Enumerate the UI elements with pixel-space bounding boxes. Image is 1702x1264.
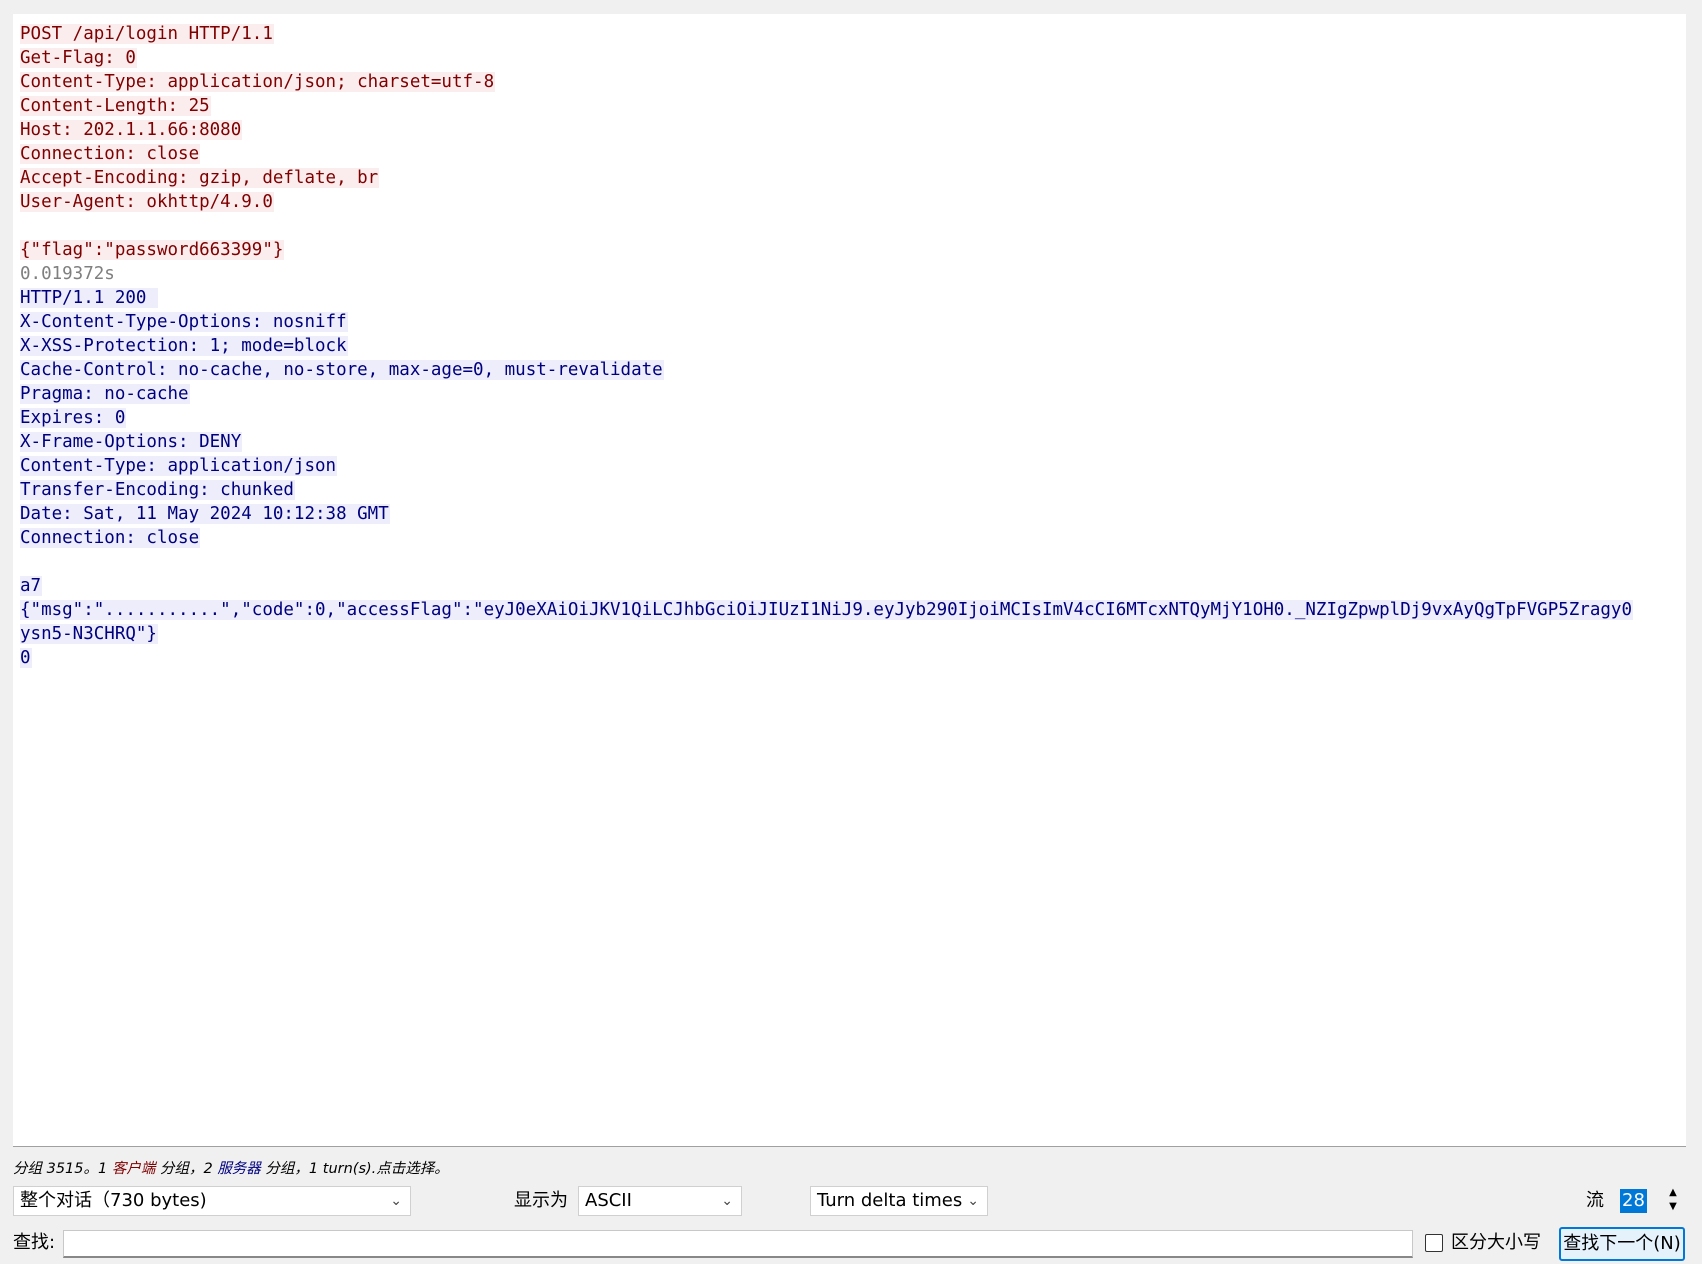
show-as-select[interactable]: ASCII ⌄ (578, 1186, 742, 1216)
show-as-label: 显示为 (514, 1190, 568, 1211)
server-line: Content-Type: application/json (20, 454, 1678, 478)
server-line-text: Content-Type: application/json (20, 456, 338, 476)
client-line: {"flag":"password663399"} (20, 238, 1678, 262)
client-line-text: Content-Type: application/json; charset=… (20, 72, 496, 92)
server-line: {"msg":"...........","code":0,"accessFla… (20, 598, 1678, 622)
chevron-down-icon: ⌄ (721, 1193, 733, 1209)
status-prefix: 分组 3515。1 (13, 1161, 112, 1177)
case-sensitive-checkbox[interactable] (1425, 1234, 1443, 1252)
status-line: 分组 3515。1 客户端 分组，2 服务器 分组，1 turn(s).点击选择… (13, 1157, 449, 1178)
find-label: 查找: (13, 1232, 56, 1253)
client-line-text: POST /api/login HTTP/1.1 (20, 24, 274, 44)
server-line-text: Cache-Control: no-cache, no-store, max-a… (20, 360, 664, 380)
status-server-word[interactable]: 服务器 (217, 1161, 261, 1177)
conversation-select-value: 整个对话（730 bytes) (20, 1190, 207, 1211)
server-line: Date: Sat, 11 May 2024 10:12:38 GMT (20, 502, 1678, 526)
client-line-text: Host: 202.1.1.66:8080 (20, 120, 243, 140)
stream-label: 流 (1586, 1190, 1604, 1211)
client-line: Accept-Encoding: gzip, deflate, br (20, 166, 1678, 190)
client-line: User-Agent: okhttp/4.9.0 (20, 190, 1678, 214)
server-line: X-XSS-Protection: 1; mode=block (20, 334, 1678, 358)
server-line: a7 (20, 574, 1678, 598)
case-sensitive-label: 区分大小写 (1451, 1232, 1541, 1253)
server-line-text: X-XSS-Protection: 1; mode=block (20, 336, 348, 356)
server-line-text: Transfer-Encoding: chunked (20, 480, 295, 500)
find-next-button[interactable]: 查找下一个(N) (1559, 1227, 1685, 1261)
show-as-value: ASCII (585, 1190, 632, 1211)
server-line-text: ysn5-N3CHRQ"} (20, 624, 158, 644)
server-line: X-Content-Type-Options: nosniff (20, 310, 1678, 334)
conversation-select[interactable]: 整个对话（730 bytes) ⌄ (13, 1186, 411, 1216)
client-line: Connection: close (20, 142, 1678, 166)
server-line-text: X-Content-Type-Options: nosniff (20, 312, 348, 332)
server-line: Expires: 0 (20, 406, 1678, 430)
server-line: Cache-Control: no-cache, no-store, max-a… (20, 358, 1678, 382)
server-line-text: 0 (20, 648, 32, 668)
server-line: Connection: close (20, 526, 1678, 550)
server-line: Pragma: no-cache (20, 382, 1678, 406)
stream-spinner[interactable]: ▲ ▼ (1664, 1186, 1682, 1214)
client-line-text: Accept-Encoding: gzip, deflate, br (20, 168, 380, 188)
server-line (20, 550, 1678, 574)
client-line-text: {"flag":"password663399"} (20, 240, 285, 260)
server-line-text: {"msg":"...........","code":0,"accessFla… (20, 600, 1633, 620)
client-line-text: Connection: close (20, 144, 201, 164)
chevron-down-icon: ⌄ (967, 1193, 979, 1209)
status-suffix: 分组，1 turn(s).点击选择。 (260, 1161, 449, 1177)
spin-up-icon[interactable]: ▲ (1664, 1186, 1682, 1200)
server-line: HTTP/1.1 200 (20, 286, 1678, 310)
spin-down-icon[interactable]: ▼ (1664, 1200, 1682, 1214)
chevron-down-icon: ⌄ (390, 1193, 402, 1209)
find-input[interactable] (63, 1230, 1413, 1258)
client-line-text: User-Agent: okhttp/4.9.0 (20, 192, 274, 212)
stream-text-area[interactable]: POST /api/login HTTP/1.1 Get-Flag: 0 Conte… (20, 22, 1678, 670)
server-line: ysn5-N3CHRQ"} (20, 622, 1678, 646)
server-line-text: Pragma: no-cache (20, 384, 190, 404)
client-line-text: Get-Flag: 0 (20, 48, 137, 68)
follow-stream-content[interactable]: POST /api/login HTTP/1.1 Get-Flag: 0 Conte… (13, 14, 1686, 1147)
server-line: X-Frame-Options: DENY (20, 430, 1678, 454)
server-line-text: a7 (20, 576, 43, 596)
delta-times-value: Turn delta times (817, 1190, 963, 1211)
server-line: 0 (20, 646, 1678, 670)
server-line-text: Expires: 0 (20, 408, 127, 428)
status-mid: 分组，2 (155, 1161, 218, 1177)
delta-time-line: 0.019372s (20, 262, 1678, 286)
server-line-text: Date: Sat, 11 May 2024 10:12:38 GMT (20, 504, 390, 524)
server-line-text: HTTP/1.1 200 (20, 288, 158, 308)
client-line: Get-Flag: 0 (20, 46, 1678, 70)
client-line-text: Content-Length: 25 (20, 96, 211, 116)
client-line: POST /api/login HTTP/1.1 (20, 22, 1678, 46)
stream-number-input[interactable]: 28 (1620, 1189, 1647, 1213)
client-line: Content-Type: application/json; charset=… (20, 70, 1678, 94)
server-line-text: Connection: close (20, 528, 201, 548)
client-line (20, 214, 1678, 238)
client-line: Content-Length: 25 (20, 94, 1678, 118)
status-client-word[interactable]: 客户端 (112, 1161, 156, 1177)
client-line: Host: 202.1.1.66:8080 (20, 118, 1678, 142)
delta-time-line-text: 0.019372s (20, 264, 115, 284)
server-line: Transfer-Encoding: chunked (20, 478, 1678, 502)
server-line-text: X-Frame-Options: DENY (20, 432, 243, 452)
delta-times-select[interactable]: Turn delta times ⌄ (810, 1186, 988, 1216)
